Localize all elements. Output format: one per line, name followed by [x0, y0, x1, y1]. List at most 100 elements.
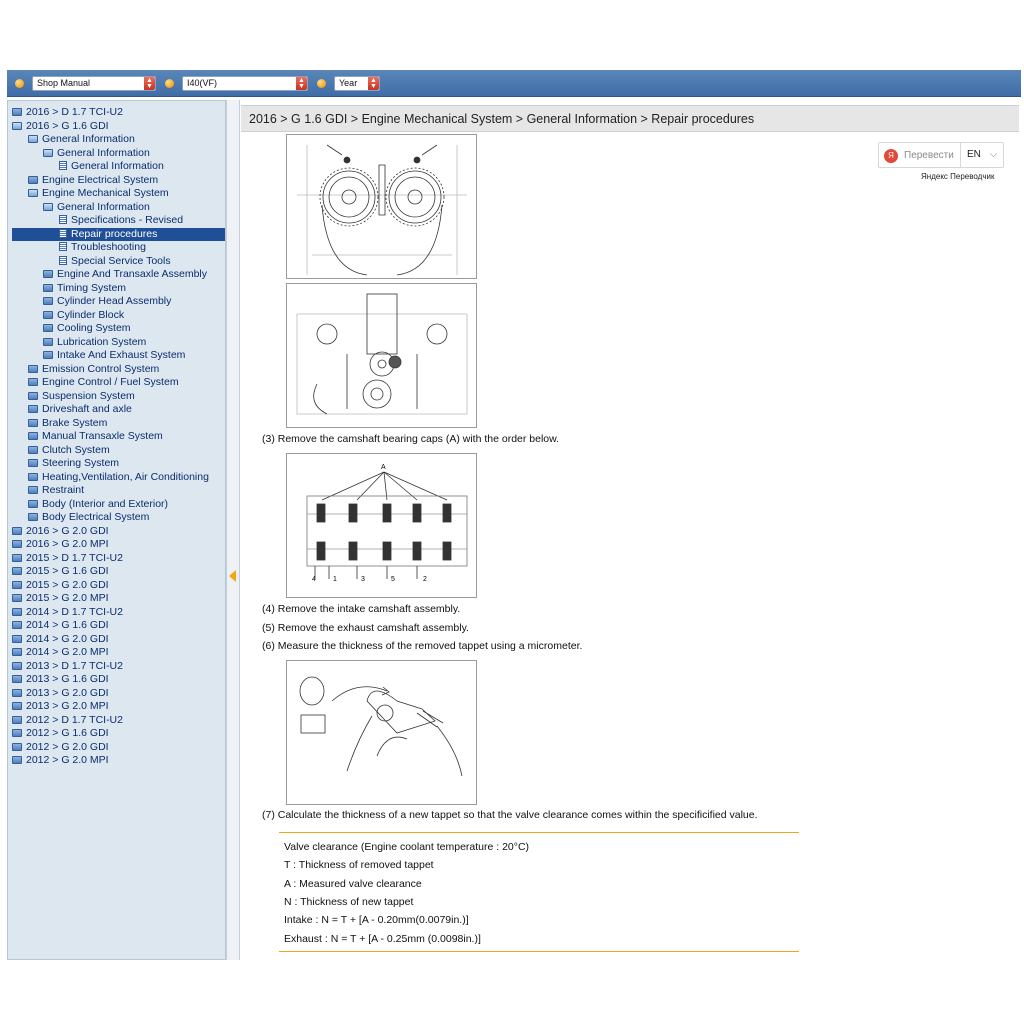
tree-item[interactable]: 2015 > D 1.7 TCI-U2 — [12, 552, 225, 566]
tree-item[interactable]: Cylinder Block — [12, 309, 225, 323]
folder-icon — [28, 472, 38, 481]
folder-icon — [28, 391, 38, 400]
tree-item[interactable]: Engine Control / Fuel System — [12, 376, 225, 390]
manual-select[interactable]: Shop Manual ▲ ▼ — [32, 76, 156, 91]
tree-item-label: 2013 > G 2.0 MPI — [26, 700, 109, 712]
chevron-updown-icon[interactable]: ▲ ▼ — [144, 77, 155, 90]
tree-item[interactable]: 2012 > G 2.0 GDI — [12, 741, 225, 755]
timing-sprocket-drawing — [297, 144, 467, 276]
tree-item[interactable]: Body (Interior and Exterior) — [12, 497, 225, 512]
tree-item-label: 2014 > G 2.0 MPI — [26, 646, 109, 658]
tree-item[interactable]: Troubleshooting — [12, 241, 225, 255]
tree-item[interactable]: 2012 > G 2.0 MPI — [12, 754, 225, 768]
folder-icon — [28, 486, 38, 494]
folder-icon — [43, 310, 53, 319]
tree-item[interactable]: Special Service Tools — [12, 255, 225, 269]
folder-icon — [12, 553, 22, 562]
cap-number: 3 — [361, 576, 365, 583]
model-select[interactable]: I40(VF) ▲ ▼ — [182, 76, 308, 91]
step-4-text: (4) Remove the intake camshaft assembly. — [262, 603, 461, 615]
tree-item[interactable]: General Information — [12, 133, 225, 147]
document-icon — [59, 228, 67, 238]
tree-item[interactable]: Brake System — [12, 417, 225, 431]
tree-item[interactable]: Lubrication System — [12, 336, 225, 350]
folder-icon — [28, 418, 38, 427]
tree-item-label: Suspension System — [42, 389, 135, 402]
tree-item[interactable]: 2015 > G 2.0 MPI — [12, 592, 225, 606]
tree-item-label: 2016 > G 2.0 GDI — [26, 524, 109, 537]
step-5-text: (5) Remove the exhaust camshaft assembly… — [262, 622, 469, 634]
translate-button[interactable]: Перевести — [904, 150, 954, 161]
tree-item[interactable]: Cooling System — [12, 322, 225, 336]
tree-item[interactable]: Suspension System — [12, 389, 225, 404]
tree-item[interactable]: General Information — [12, 160, 225, 174]
folder-icon — [12, 702, 22, 710]
tree-item[interactable]: Emission Control System — [12, 362, 225, 377]
folder-icon — [12, 594, 22, 602]
chevron-updown-icon[interactable]: ▲ ▼ — [296, 77, 307, 90]
tree-item[interactable]: 2013 > G 2.0 GDI — [12, 686, 225, 701]
tree-item-label: Emission Control System — [42, 362, 160, 375]
folder-icon — [43, 283, 53, 292]
year-status-icon — [317, 79, 326, 88]
tree-item[interactable]: Engine And Transaxle Assembly — [12, 268, 225, 282]
tree-item[interactable]: 2014 > G 2.0 GDI — [12, 633, 225, 647]
tree-item-label: 2014 > D 1.7 TCI-U2 — [26, 605, 123, 618]
tree-item-label: Body (Interior and Exterior) — [42, 497, 169, 510]
tree-item[interactable]: 2016 > G 2.0 MPI — [12, 538, 225, 552]
tree-item-label: Clutch System — [42, 443, 110, 456]
tree-item[interactable]: Body Electrical System — [12, 511, 225, 525]
note-line: Intake : N = T + [A - 0.20mm(0.0079in.)] — [284, 914, 469, 926]
tree-item[interactable]: Clutch System — [12, 443, 225, 458]
collapse-arrow-icon[interactable] — [229, 570, 236, 582]
panel-splitter[interactable] — [226, 100, 240, 960]
folder-icon — [28, 513, 38, 521]
chevron-updown-icon[interactable]: ▲ ▼ — [368, 77, 379, 90]
tree-item-label: Intake And Exhaust System — [57, 349, 186, 361]
tree-item[interactable]: 2013 > G 1.6 GDI — [12, 673, 225, 687]
tree-item[interactable]: 2016 > G 2.0 GDI — [12, 524, 225, 539]
tree-item[interactable]: Cylinder Head Assembly — [12, 295, 225, 309]
tree-item[interactable]: 2012 > G 1.6 GDI — [12, 727, 225, 741]
yandex-translate-icon: Я — [884, 149, 898, 163]
tree-item[interactable]: 2013 > G 2.0 MPI — [12, 700, 225, 714]
navigation-tree-panel: 2016 > D 1.7 TCI-U2 2016 > G 1.6 GDI Gener… — [7, 100, 226, 960]
tree-item[interactable]: 2015 > G 1.6 GDI — [12, 565, 225, 579]
tree-item[interactable]: 2014 > G 1.6 GDI — [12, 619, 225, 633]
tree-item[interactable]: Timing System — [12, 281, 225, 296]
tree-item[interactable]: 2014 > G 2.0 MPI — [12, 646, 225, 660]
tree-item-label: 2013 > G 2.0 GDI — [26, 686, 109, 699]
tree-item[interactable]: 2016 > D 1.7 TCI-U2 — [12, 106, 225, 120]
tree-item[interactable]: Engine Electrical System — [12, 173, 225, 188]
folder-open-icon — [12, 121, 22, 130]
tree-item[interactable]: Heating,Ventilation, Air Conditioning — [12, 471, 225, 485]
cap-number: 2 — [423, 576, 427, 583]
tree-item[interactable]: 2015 > G 2.0 GDI — [12, 579, 225, 593]
translate-widget[interactable]: Я Перевести EN ⌵ — [878, 142, 1004, 168]
tree-item[interactable]: Repair procedures — [12, 227, 225, 241]
note-line: Exhaust : N = T + [A - 0.25mm (0.0098in.… — [284, 933, 481, 945]
cap-number: 1 — [333, 576, 337, 583]
tree-item[interactable]: Engine Mechanical System — [12, 187, 225, 201]
tree-item[interactable]: 2016 > G 1.6 GDI — [12, 120, 225, 134]
tree-item-label: Timing System — [57, 281, 127, 294]
tree-item[interactable]: Restraint — [12, 484, 225, 498]
tree-item-label: Body Electrical System — [42, 511, 150, 523]
tree-item-label: 2012 > G 2.0 MPI — [26, 754, 109, 766]
language-select[interactable]: EN ⌵ — [960, 143, 1004, 167]
tree-item[interactable]: Steering System — [12, 457, 225, 471]
micrometer-figure — [286, 660, 477, 805]
tree-item[interactable]: 2014 > D 1.7 TCI-U2 — [12, 605, 225, 620]
tree-item-label: Engine Control / Fuel System — [42, 376, 179, 388]
tree-item[interactable]: Manual Transaxle System — [12, 430, 225, 444]
tree-item-label: Engine Electrical System — [42, 173, 159, 186]
tree-item[interactable]: Driveshaft and axle — [12, 403, 225, 417]
tree-item[interactable]: General Information — [12, 201, 225, 215]
tree-item[interactable]: 2012 > D 1.7 TCI-U2 — [12, 714, 225, 728]
tree-item[interactable]: Intake And Exhaust System — [12, 349, 225, 363]
tree-item[interactable]: Specifications - Revised — [12, 214, 225, 228]
tree-item[interactable]: 2013 > D 1.7 TCI-U2 — [12, 660, 225, 674]
note-line: T : Thickness of removed tappet — [284, 859, 434, 871]
tree-item[interactable]: General Information — [12, 147, 225, 161]
year-select[interactable]: Year ▲ ▼ — [334, 76, 380, 91]
